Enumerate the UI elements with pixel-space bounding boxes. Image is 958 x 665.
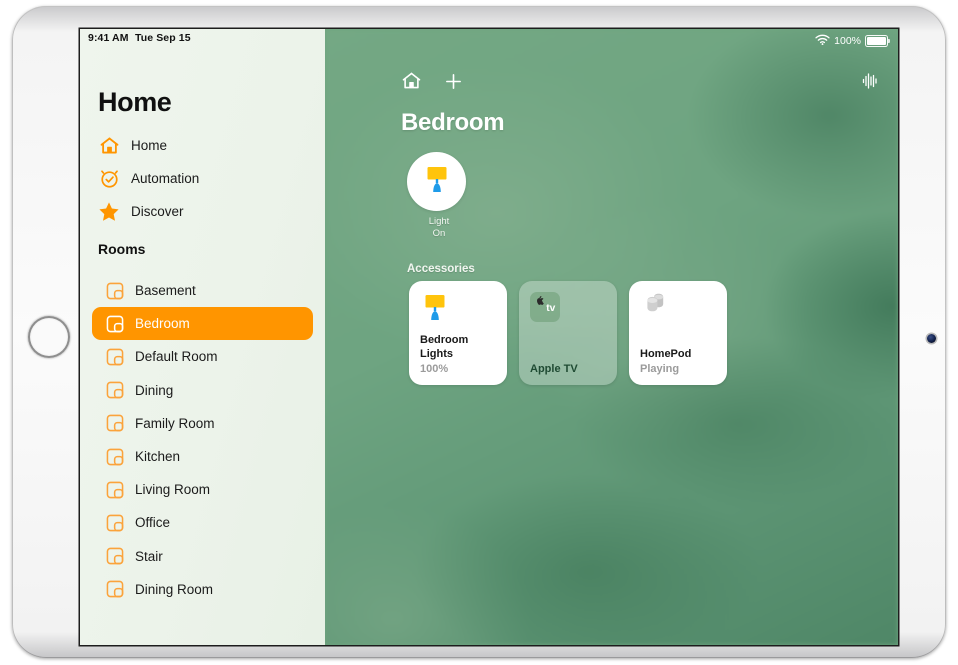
accessory-card-text: HomePod Playing xyxy=(640,348,719,377)
room-icon xyxy=(105,513,125,533)
sidebar-item-living-room[interactable]: Living Room xyxy=(92,473,313,506)
scene-caption: Light On xyxy=(407,216,471,239)
accessory-name: Apple TV xyxy=(530,362,578,375)
page-title: Home xyxy=(98,87,172,117)
sidebar-item-family-room[interactable]: Family Room xyxy=(92,407,313,440)
sidebar-item-label: Home xyxy=(131,138,168,153)
accessories-header: Accessories xyxy=(407,263,475,275)
lamp-icon xyxy=(420,292,450,328)
ipad-device-frame: 9:41 AM Tue Sep 15 Home Home Automation … xyxy=(12,6,946,658)
room-title: Bedroom xyxy=(401,109,505,136)
room-label: Family Room xyxy=(135,415,215,431)
screen: 9:41 AM Tue Sep 15 Home Home Automation … xyxy=(80,29,898,645)
room-label: Default Room xyxy=(135,349,218,365)
status-time: 9:41 AM xyxy=(88,32,129,44)
accessory-status: 100% xyxy=(420,363,449,375)
accessory-card-text: Bedroom Lights 100% xyxy=(420,334,499,376)
scene-state: On xyxy=(432,227,446,239)
svg-text:tv: tv xyxy=(546,303,555,314)
accessory-card-apple-tv[interactable]: tv Apple TV xyxy=(519,281,617,385)
sidebar-item-office[interactable]: Office xyxy=(92,506,313,539)
wifi-icon xyxy=(815,32,830,50)
room-label: Basement xyxy=(135,283,196,299)
sidebar-item-dining-room[interactable]: Dining Room xyxy=(92,573,313,606)
sidebar-item-dining[interactable]: Dining xyxy=(92,374,313,407)
sidebar-item-label: Discover xyxy=(131,204,184,219)
room-label: Kitchen xyxy=(135,449,181,465)
room-detail-panel: 100% Bedroom Light On Accessories Bedroo… xyxy=(325,29,898,645)
battery-percent: 100% xyxy=(834,35,861,47)
room-icon xyxy=(105,579,125,599)
room-icon xyxy=(105,314,125,334)
sidebar-item-home[interactable]: Home xyxy=(80,129,325,162)
star-icon xyxy=(98,201,120,223)
home-button[interactable] xyxy=(28,316,70,358)
battery-full-icon xyxy=(865,34,891,48)
accessory-name: Bedroom Lights xyxy=(420,334,469,360)
audio-waveform-icon[interactable] xyxy=(862,72,878,95)
room-icon xyxy=(105,413,125,433)
room-label: Dining Room xyxy=(135,581,214,597)
scene-name: Light xyxy=(428,216,450,227)
front-camera xyxy=(927,334,936,343)
room-label: Dining xyxy=(135,382,174,398)
rooms-section-header: Rooms xyxy=(98,241,146,257)
status-date: Tue Sep 15 xyxy=(135,32,191,44)
sidebar-item-label: Automation xyxy=(131,171,200,186)
status-bar-left: 9:41 AM Tue Sep 15 xyxy=(80,29,325,48)
sidebar-nav: Home Automation Discover xyxy=(80,129,325,228)
house-icon xyxy=(98,135,120,157)
room-icon xyxy=(105,480,125,500)
accessories-list: Bedroom Lights 100% tv Apple TV HomePod … xyxy=(409,281,727,385)
sidebar-item-basement[interactable]: Basement xyxy=(92,274,313,307)
room-label: Office xyxy=(135,515,171,531)
homepod-pair-icon xyxy=(640,292,672,325)
accessory-card-bedroom-lights[interactable]: Bedroom Lights 100% xyxy=(409,281,507,385)
rooms-list: Basement Bedroom Default Room Dining Fam… xyxy=(80,274,325,606)
room-label: Stair xyxy=(135,548,163,564)
sidebar-item-discover[interactable]: Discover xyxy=(80,195,325,228)
accessory-card-homepod[interactable]: HomePod Playing xyxy=(629,281,727,385)
accessory-status: Playing xyxy=(640,363,680,375)
scene-icon-circle xyxy=(407,152,466,211)
room-icon xyxy=(105,380,125,400)
sidebar-item-default-room[interactable]: Default Room xyxy=(92,340,313,373)
sidebar-item-stair[interactable]: Stair xyxy=(92,540,313,573)
sidebar-item-bedroom[interactable]: Bedroom xyxy=(92,307,313,341)
apple-tv-icon: tv xyxy=(530,292,560,327)
sidebar-item-automation[interactable]: Automation xyxy=(80,162,325,195)
room-icon xyxy=(105,281,125,301)
lamp-icon xyxy=(422,164,452,200)
accessory-card-text: Apple TV xyxy=(530,363,609,377)
sidebar-item-kitchen[interactable]: Kitchen xyxy=(92,440,313,473)
room-icon xyxy=(105,447,125,467)
status-bar-right: 100% xyxy=(815,32,891,50)
room-icon xyxy=(105,546,125,566)
scene-tile-light[interactable]: Light On xyxy=(407,152,471,239)
room-label: Living Room xyxy=(135,482,211,498)
sidebar: 9:41 AM Tue Sep 15 Home Home Automation … xyxy=(80,29,325,645)
room-label: Bedroom xyxy=(135,316,190,332)
house-icon[interactable] xyxy=(401,71,422,96)
room-icon xyxy=(105,347,125,367)
plus-icon[interactable] xyxy=(444,72,463,96)
main-toolbar xyxy=(401,71,463,96)
accessory-name: HomePod xyxy=(640,347,692,360)
automation-clock-icon xyxy=(98,168,120,190)
